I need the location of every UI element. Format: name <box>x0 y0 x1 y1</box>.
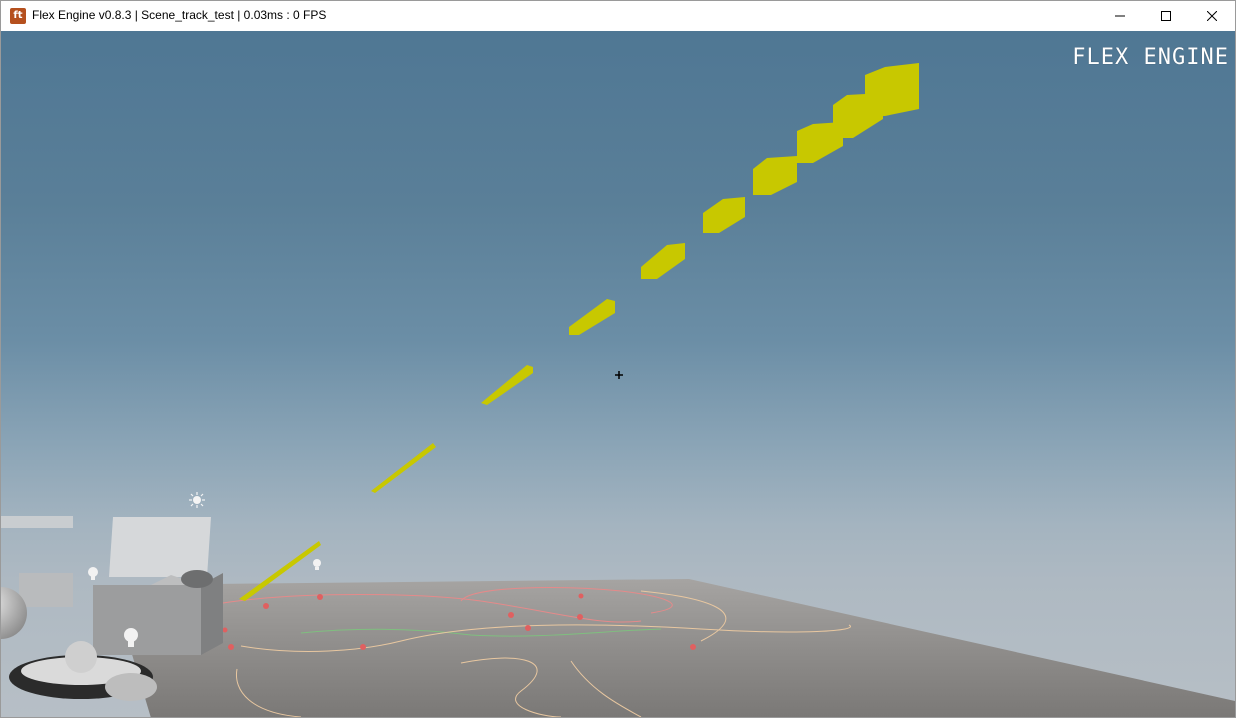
app-window: ft Flex Engine v0.8.3 | Scene_track_test… <box>0 0 1236 718</box>
maximize-icon <box>1161 11 1171 21</box>
close-icon <box>1207 11 1217 21</box>
render-viewport[interactable]: FLEX ENGINE <box>1 31 1235 717</box>
close-button[interactable] <box>1189 1 1235 31</box>
ground-plane <box>131 579 1235 717</box>
minimize-button[interactable] <box>1097 1 1143 31</box>
app-icon: ft <box>10 8 26 24</box>
engine-overlay-title: FLEX ENGINE <box>1072 45 1229 70</box>
scene-render <box>1 63 1235 717</box>
sun-icon[interactable] <box>189 492 205 508</box>
title-bar[interactable]: ft Flex Engine v0.8.3 | Scene_track_test… <box>1 1 1235 31</box>
window-title: Flex Engine v0.8.3 | Scene_track_test | … <box>32 8 327 22</box>
minimize-icon <box>1115 15 1125 17</box>
track-segments <box>239 63 919 601</box>
crosshair-icon <box>615 371 623 379</box>
maximize-button[interactable] <box>1143 1 1189 31</box>
